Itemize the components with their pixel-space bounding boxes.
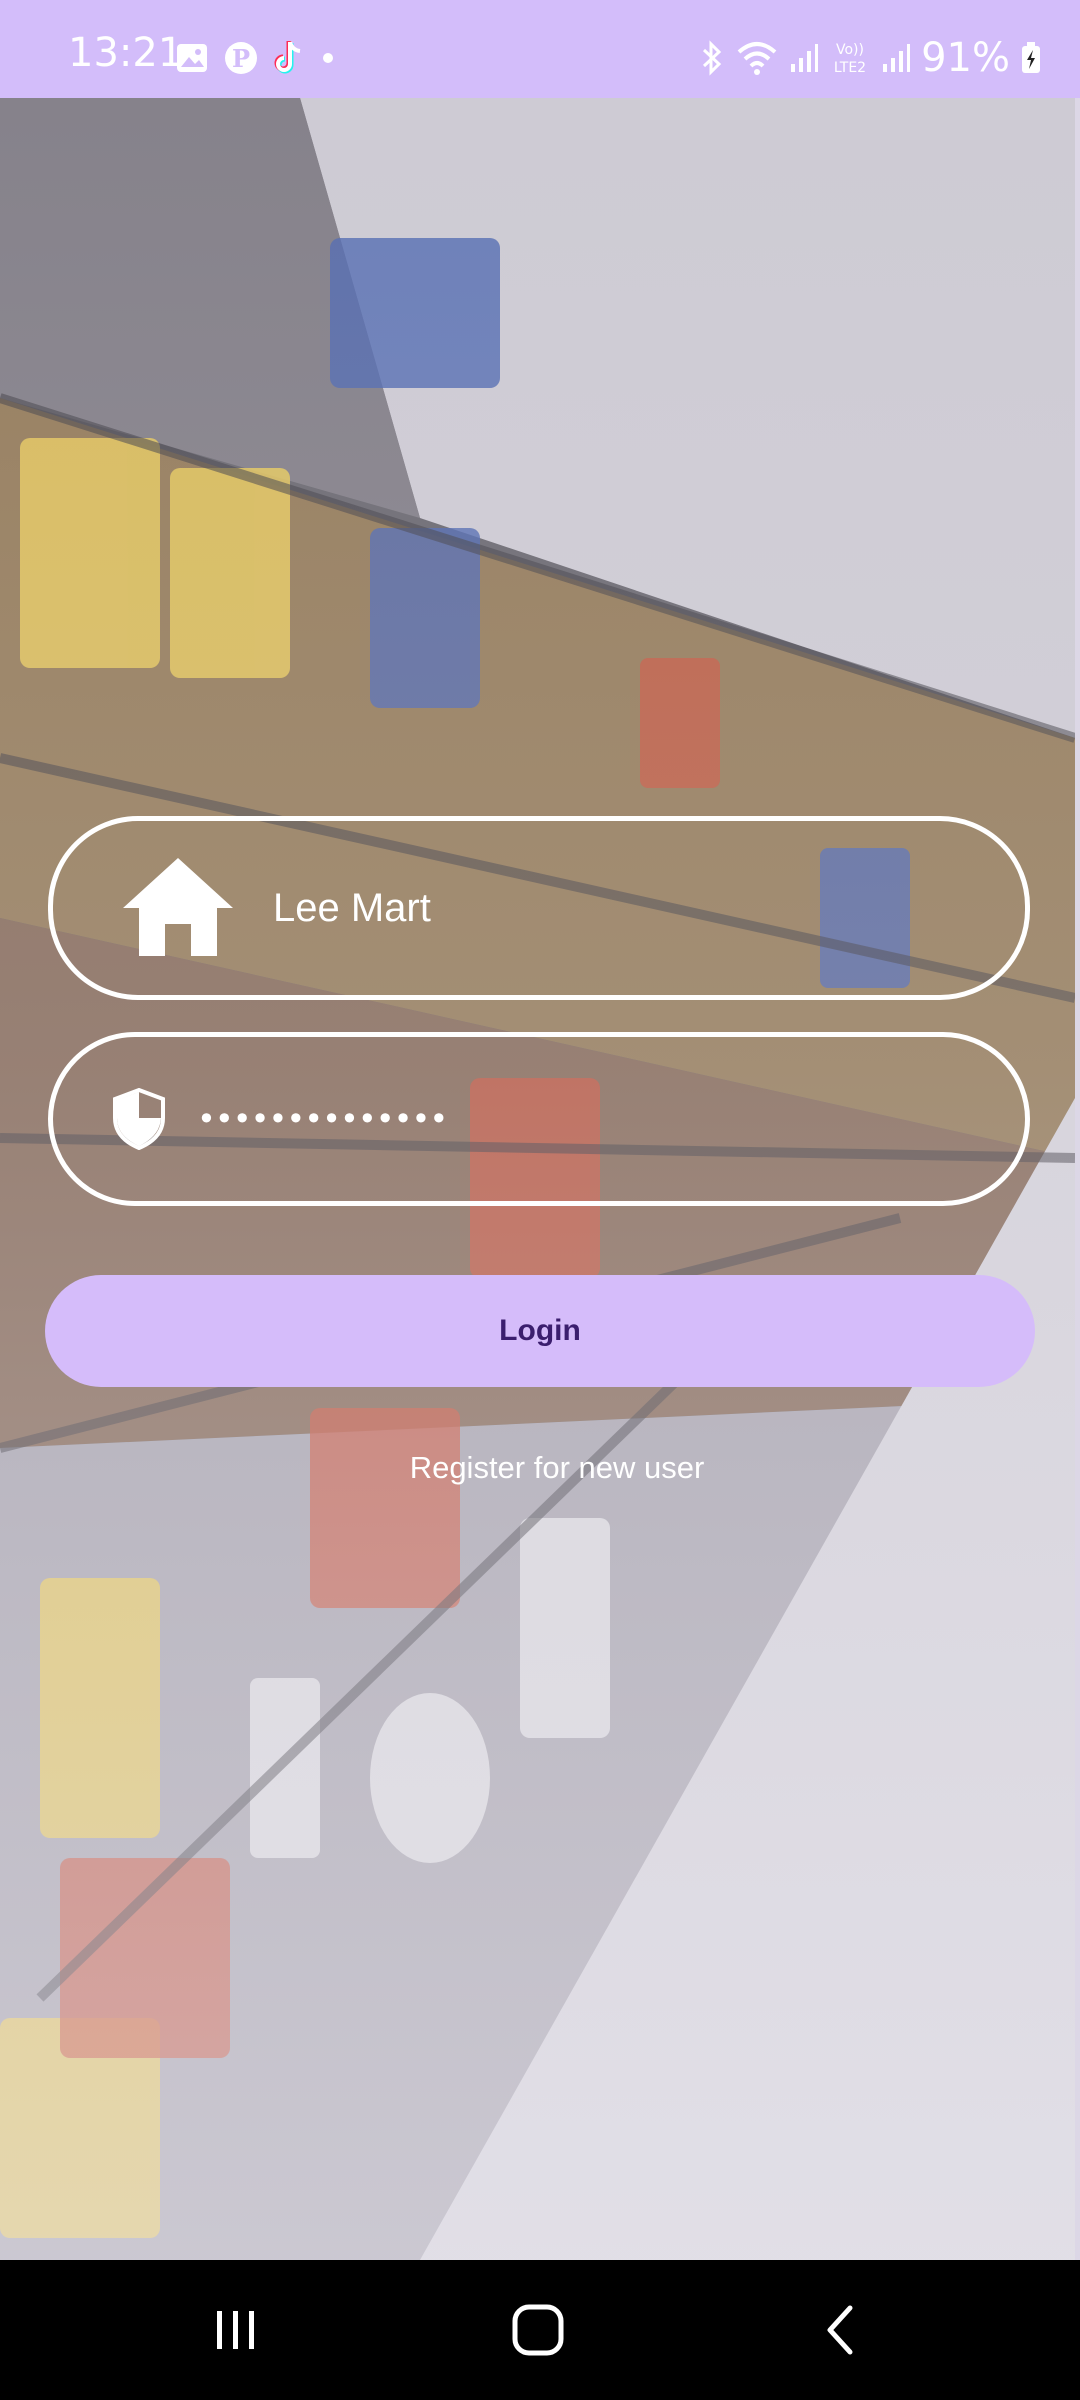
image-icon (175, 42, 209, 74)
wifi-icon (735, 40, 779, 76)
back-icon[interactable] (800, 2290, 880, 2370)
shield-icon (113, 1087, 165, 1151)
notification-icons: P (175, 38, 335, 78)
status-time: 13:21 (68, 30, 184, 76)
register-link[interactable]: Register for new user (0, 1450, 1080, 1486)
svg-text:Vo)): Vo)) (836, 42, 864, 58)
username-value[interactable]: Lee Mart (273, 886, 431, 931)
signal-icon (789, 42, 819, 74)
battery-percent: 91% (921, 35, 1010, 81)
status-bar: 13:21 P Vo)) LTE2 91% (0, 0, 1080, 98)
battery-charging-icon (1020, 41, 1042, 75)
password-field[interactable]: •••••••••••••• (48, 1032, 1030, 1206)
right-edge-strip (1075, 98, 1080, 2260)
svg-text:P: P (232, 44, 250, 73)
home-nav-icon[interactable] (498, 2290, 578, 2370)
tiktok-icon (273, 39, 307, 77)
volte-icon: Vo)) LTE2 (829, 39, 871, 77)
navigation-bar (0, 2260, 1080, 2400)
recents-icon[interactable] (196, 2290, 276, 2370)
login-button[interactable]: Login (45, 1275, 1035, 1387)
pinterest-icon: P (223, 40, 259, 76)
signal-icon-2 (881, 42, 911, 74)
svg-text:LTE2: LTE2 (834, 60, 866, 76)
password-value[interactable]: •••••••••••••• (197, 1100, 448, 1138)
home-icon (119, 854, 237, 962)
username-field[interactable]: Lee Mart (48, 816, 1030, 1000)
bluetooth-icon (699, 40, 725, 76)
dot-icon (321, 51, 335, 65)
system-icons: Vo)) LTE2 91% (699, 35, 1042, 81)
